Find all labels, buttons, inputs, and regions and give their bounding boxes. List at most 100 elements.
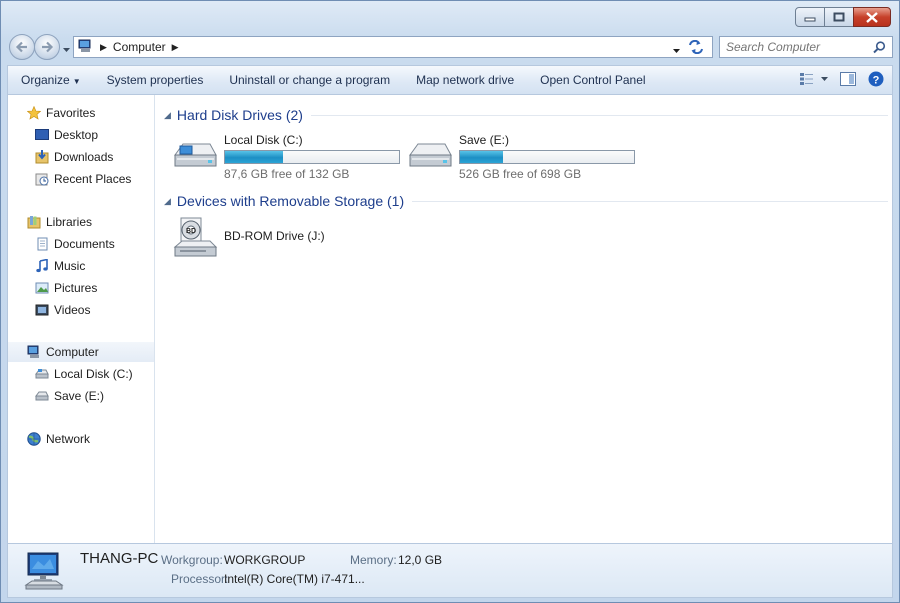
explorer-window: ▶ Computer ▶ Organize▼ System proper xyxy=(0,0,900,603)
nav-label: Videos xyxy=(54,303,91,317)
window-controls xyxy=(795,7,891,27)
address-history-dropdown[interactable] xyxy=(673,43,680,57)
hard-drive-icon xyxy=(407,141,453,174)
group-title: Hard Disk Drives (2) xyxy=(176,107,303,123)
drive-icon xyxy=(34,388,50,404)
drive-usage-fill xyxy=(460,151,503,163)
command-bar: Organize ▼ System properties Uninstall or… xyxy=(7,65,893,95)
close-icon xyxy=(866,11,878,23)
memory-value: 12,0 GB xyxy=(398,553,443,567)
forward-button[interactable] xyxy=(34,34,60,60)
drive-usage-bar xyxy=(224,150,400,164)
recent-pages-dropdown[interactable] xyxy=(63,42,70,56)
forward-arrow-icon xyxy=(42,41,54,53)
preview-pane-button[interactable] xyxy=(840,72,856,86)
nav-label: Music xyxy=(54,259,86,273)
chevron-down-icon xyxy=(63,48,70,52)
organize-menu[interactable]: Organize ▼ xyxy=(8,73,94,87)
computer-icon xyxy=(78,39,94,56)
uninstall-program-button[interactable]: Uninstall or change a program xyxy=(216,73,403,87)
navigation-bar: ▶ Computer ▶ xyxy=(7,33,893,61)
recent-places-icon xyxy=(34,171,50,187)
drive-icon xyxy=(34,366,50,382)
computer-icon xyxy=(24,551,64,594)
nav-label: Desktop xyxy=(54,128,99,142)
content-pane: ◢ Hard Disk Drives (2) Local Disk (C:) 8… xyxy=(156,95,892,543)
address-bar[interactable]: ▶ Computer ▶ xyxy=(73,36,713,58)
svg-text:BD: BD xyxy=(186,228,196,235)
back-arrow-icon xyxy=(15,41,27,53)
drive-bd-rom-j[interactable]: BD BD-ROM Drive (J:) xyxy=(172,217,372,265)
nav-item-computer[interactable]: Computer xyxy=(8,342,154,362)
back-button[interactable] xyxy=(9,34,35,60)
explorer-body: Favorites Desktop Downloads Recent Place… xyxy=(7,95,893,543)
navigation-pane: Favorites Desktop Downloads Recent Place… xyxy=(8,95,155,543)
maximize-button[interactable] xyxy=(824,7,854,27)
search-icon[interactable] xyxy=(873,41,886,57)
nav-label: Save (E:) xyxy=(54,389,105,403)
collapse-triangle-icon[interactable]: ◢ xyxy=(164,196,171,207)
drive-usage-fill xyxy=(225,151,284,163)
nav-label: Computer xyxy=(46,345,99,359)
refresh-button[interactable] xyxy=(688,39,704,57)
view-controls: ? xyxy=(787,71,884,87)
music-icon xyxy=(34,258,50,274)
close-button[interactable] xyxy=(853,7,891,27)
processor-label: Processor: xyxy=(171,572,229,586)
workgroup-value: WORKGROUP xyxy=(224,553,306,567)
open-control-panel-button[interactable]: Open Control Panel xyxy=(527,73,658,87)
group-divider xyxy=(310,114,888,116)
help-button[interactable]: ? xyxy=(868,71,884,87)
hard-drive-icon xyxy=(172,141,218,174)
nav-item-libraries[interactable]: Libraries xyxy=(26,212,172,232)
group-header-removable[interactable]: ◢ Devices with Removable Storage (1) xyxy=(164,191,888,211)
drive-free-space: 526 GB free of 698 GB xyxy=(459,167,582,181)
drive-save-e[interactable]: Save (E:) 526 GB free of 698 GB xyxy=(407,133,647,181)
breadcrumb-separator[interactable]: ▶ xyxy=(172,42,179,53)
drive-local-disk-c[interactable]: Local Disk (C:) 87,6 GB free of 132 GB xyxy=(172,133,412,181)
libraries-icon xyxy=(26,214,42,230)
refresh-icon xyxy=(689,39,703,55)
drive-name: Local Disk (C:) xyxy=(224,133,303,147)
maximize-icon xyxy=(833,12,845,22)
system-properties-button[interactable]: System properties xyxy=(94,73,217,87)
svg-text:?: ? xyxy=(873,75,880,87)
computer-icon xyxy=(26,344,42,360)
details-pane: THANG-PC Workgroup: WORKGROUP Memory: 12… xyxy=(7,543,893,598)
group-header-hard-disks[interactable]: ◢ Hard Disk Drives (2) xyxy=(164,105,888,125)
drive-free-space: 87,6 GB free of 132 GB xyxy=(224,167,350,181)
computer-name: THANG-PC xyxy=(80,550,159,567)
help-icon: ? xyxy=(868,71,884,87)
optical-drive-icon: BD xyxy=(172,217,218,264)
drive-name: Save (E:) xyxy=(459,133,510,147)
memory-label: Memory: xyxy=(350,553,397,567)
nav-label: Favorites xyxy=(46,106,96,120)
group-title: Devices with Removable Storage (1) xyxy=(176,193,405,209)
pictures-icon xyxy=(34,280,50,296)
documents-icon xyxy=(34,236,50,252)
videos-icon xyxy=(34,302,50,318)
minimize-icon xyxy=(804,17,816,22)
search-box[interactable] xyxy=(719,36,893,58)
nav-item-network[interactable]: Network xyxy=(26,429,172,449)
change-view-button[interactable] xyxy=(799,72,828,86)
breadcrumb-computer[interactable]: Computer xyxy=(113,40,166,54)
collapse-triangle-icon[interactable]: ◢ xyxy=(164,110,171,121)
organize-label: Organize xyxy=(21,73,70,87)
minimize-button[interactable] xyxy=(795,7,825,27)
downloads-icon xyxy=(34,149,50,165)
desktop-icon xyxy=(34,127,50,143)
nav-label: Local Disk (C:) xyxy=(54,367,133,381)
nav-label: Recent Places xyxy=(54,172,132,186)
workgroup-label: Workgroup: xyxy=(161,553,223,567)
chevron-down-icon xyxy=(673,49,680,53)
group-divider xyxy=(412,200,888,202)
map-network-drive-button[interactable]: Map network drive xyxy=(403,73,527,87)
search-input[interactable] xyxy=(726,40,866,54)
drive-name: BD-ROM Drive (J:) xyxy=(224,229,325,243)
nav-item-favorites[interactable]: Favorites xyxy=(26,103,172,123)
breadcrumb-separator[interactable]: ▶ xyxy=(100,42,107,53)
nav-label: Downloads xyxy=(54,150,114,164)
view-options-icon xyxy=(800,73,813,85)
chevron-down-icon: ▼ xyxy=(72,77,81,86)
